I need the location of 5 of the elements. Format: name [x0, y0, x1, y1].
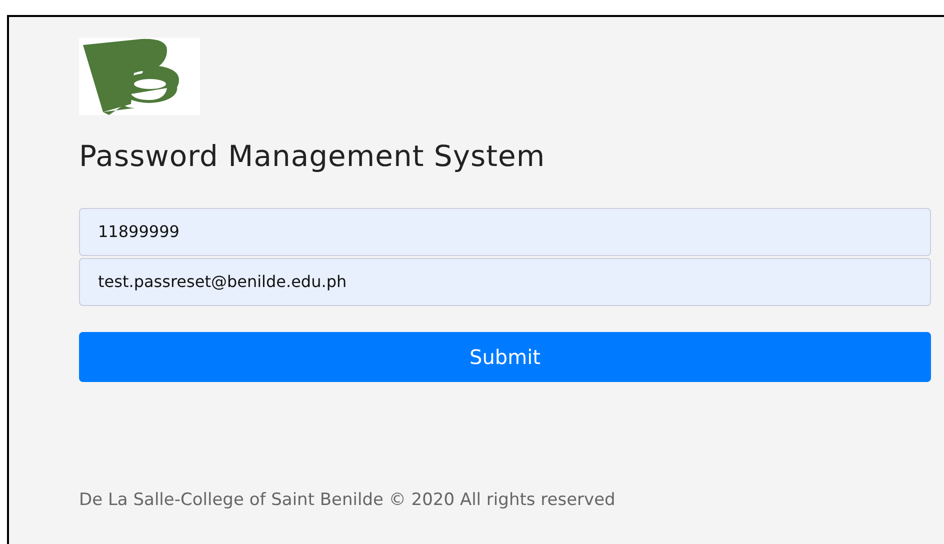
page-title: Password Management System: [79, 139, 546, 174]
input-field[interactable]: test.passreset@benilde.edu.ph: [79, 258, 931, 306]
input-field[interactable]: 11899999: [79, 208, 931, 256]
submit-button[interactable]: Submit: [79, 332, 931, 382]
footer-text: De La Salle-College of Saint Benilde © 2020 All rights reserved: [79, 488, 616, 512]
